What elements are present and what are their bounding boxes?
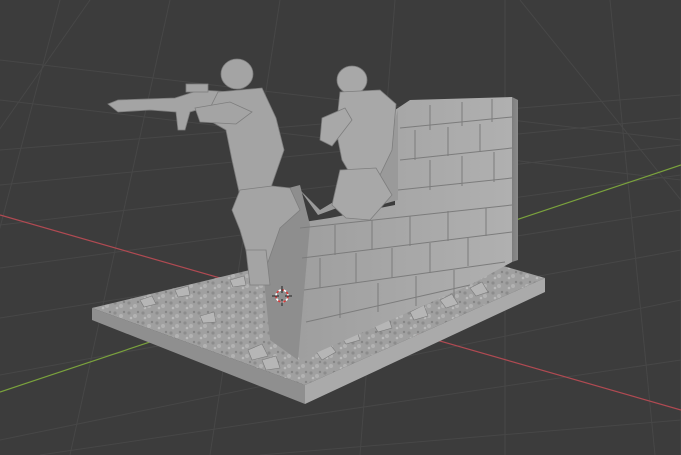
soldier-crouching-pistol <box>319 65 397 221</box>
3d-viewport[interactable] <box>0 0 681 455</box>
viewport-canvas[interactable] <box>0 0 681 455</box>
